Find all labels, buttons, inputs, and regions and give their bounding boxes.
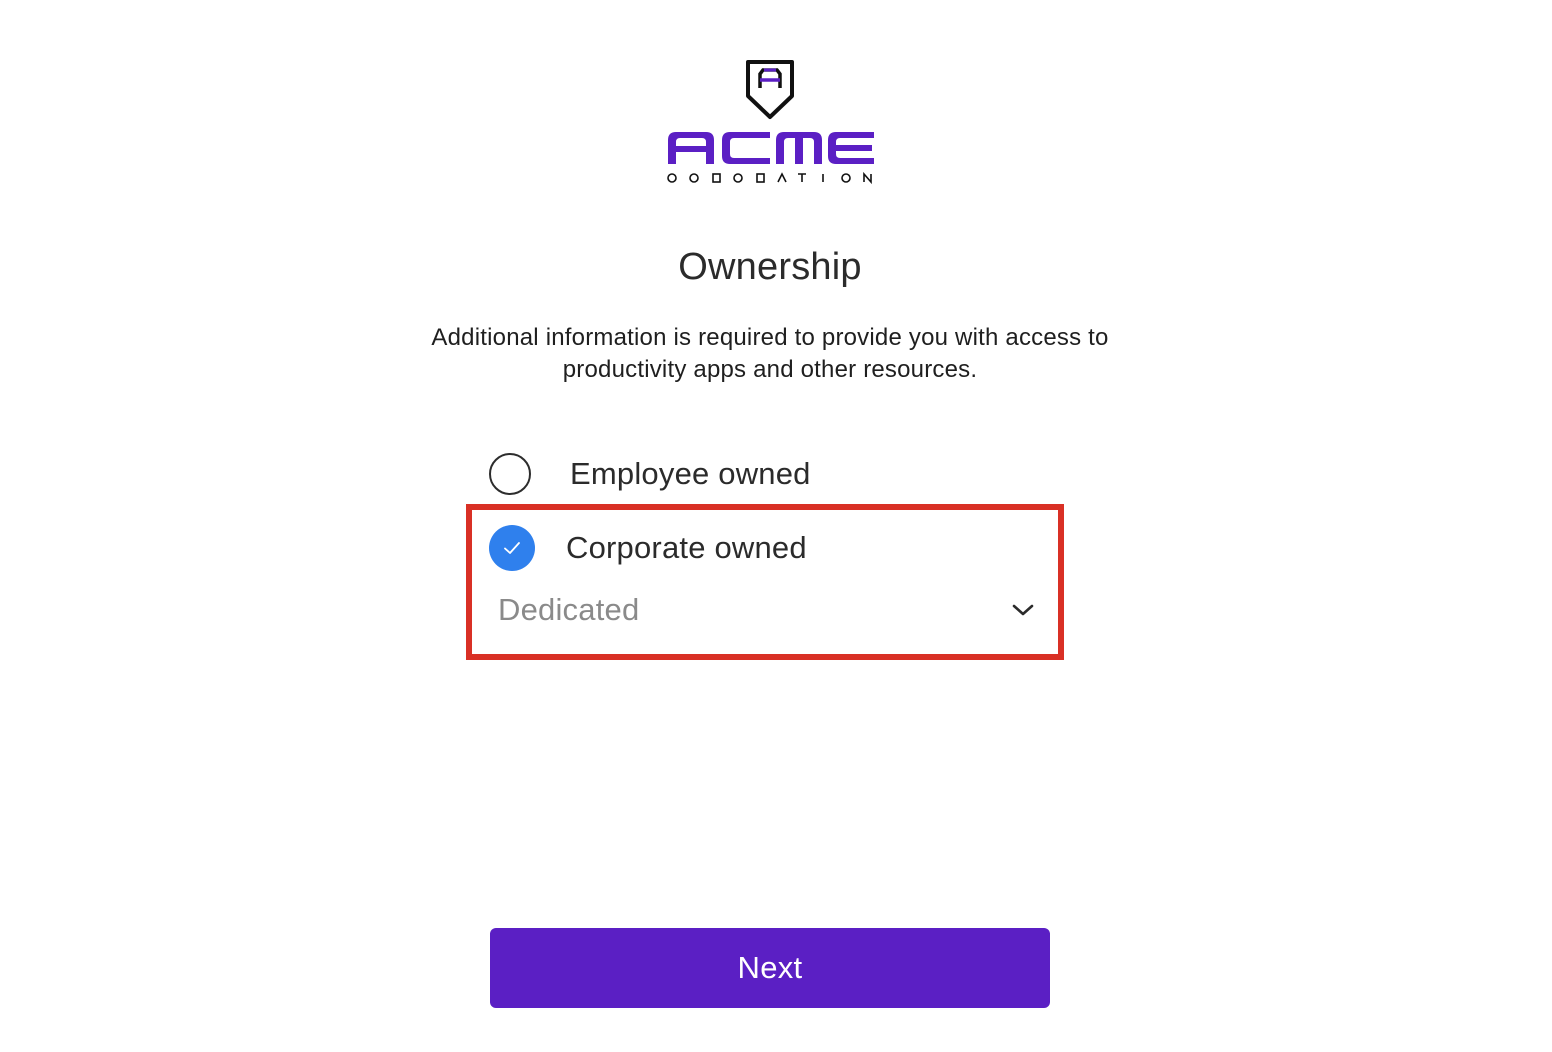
- corporate-owned-option[interactable]: Corporate owned: [489, 525, 807, 571]
- ownership-page: Ownership Additional information is requ…: [0, 0, 1552, 1052]
- shield-a-logo-icon: [746, 60, 794, 119]
- acme-logo-graphic: [667, 60, 874, 185]
- employee-owned-option[interactable]: Employee owned: [489, 451, 811, 497]
- chevron-down-icon[interactable]: [1010, 597, 1036, 623]
- employee-owned-radio[interactable]: [489, 453, 531, 495]
- corporation-tagline-mark: [667, 171, 872, 185]
- corporate-owned-radio[interactable]: [489, 525, 535, 571]
- page-title: Ownership: [678, 246, 862, 288]
- corporate-owned-label: Corporate owned: [566, 530, 807, 565]
- employee-owned-label: Employee owned: [570, 456, 811, 491]
- page-description: Additional information is required to pr…: [431, 324, 1109, 383]
- acme-wordmark: [668, 132, 874, 164]
- checkmark-icon: [504, 542, 520, 554]
- corporate-type-dropdown[interactable]: Dedicated: [498, 584, 1046, 636]
- next-button[interactable]: Next: [490, 928, 1050, 1008]
- corporate-type-value: Dedicated: [498, 592, 640, 627]
- acme-logo: [660, 56, 880, 188]
